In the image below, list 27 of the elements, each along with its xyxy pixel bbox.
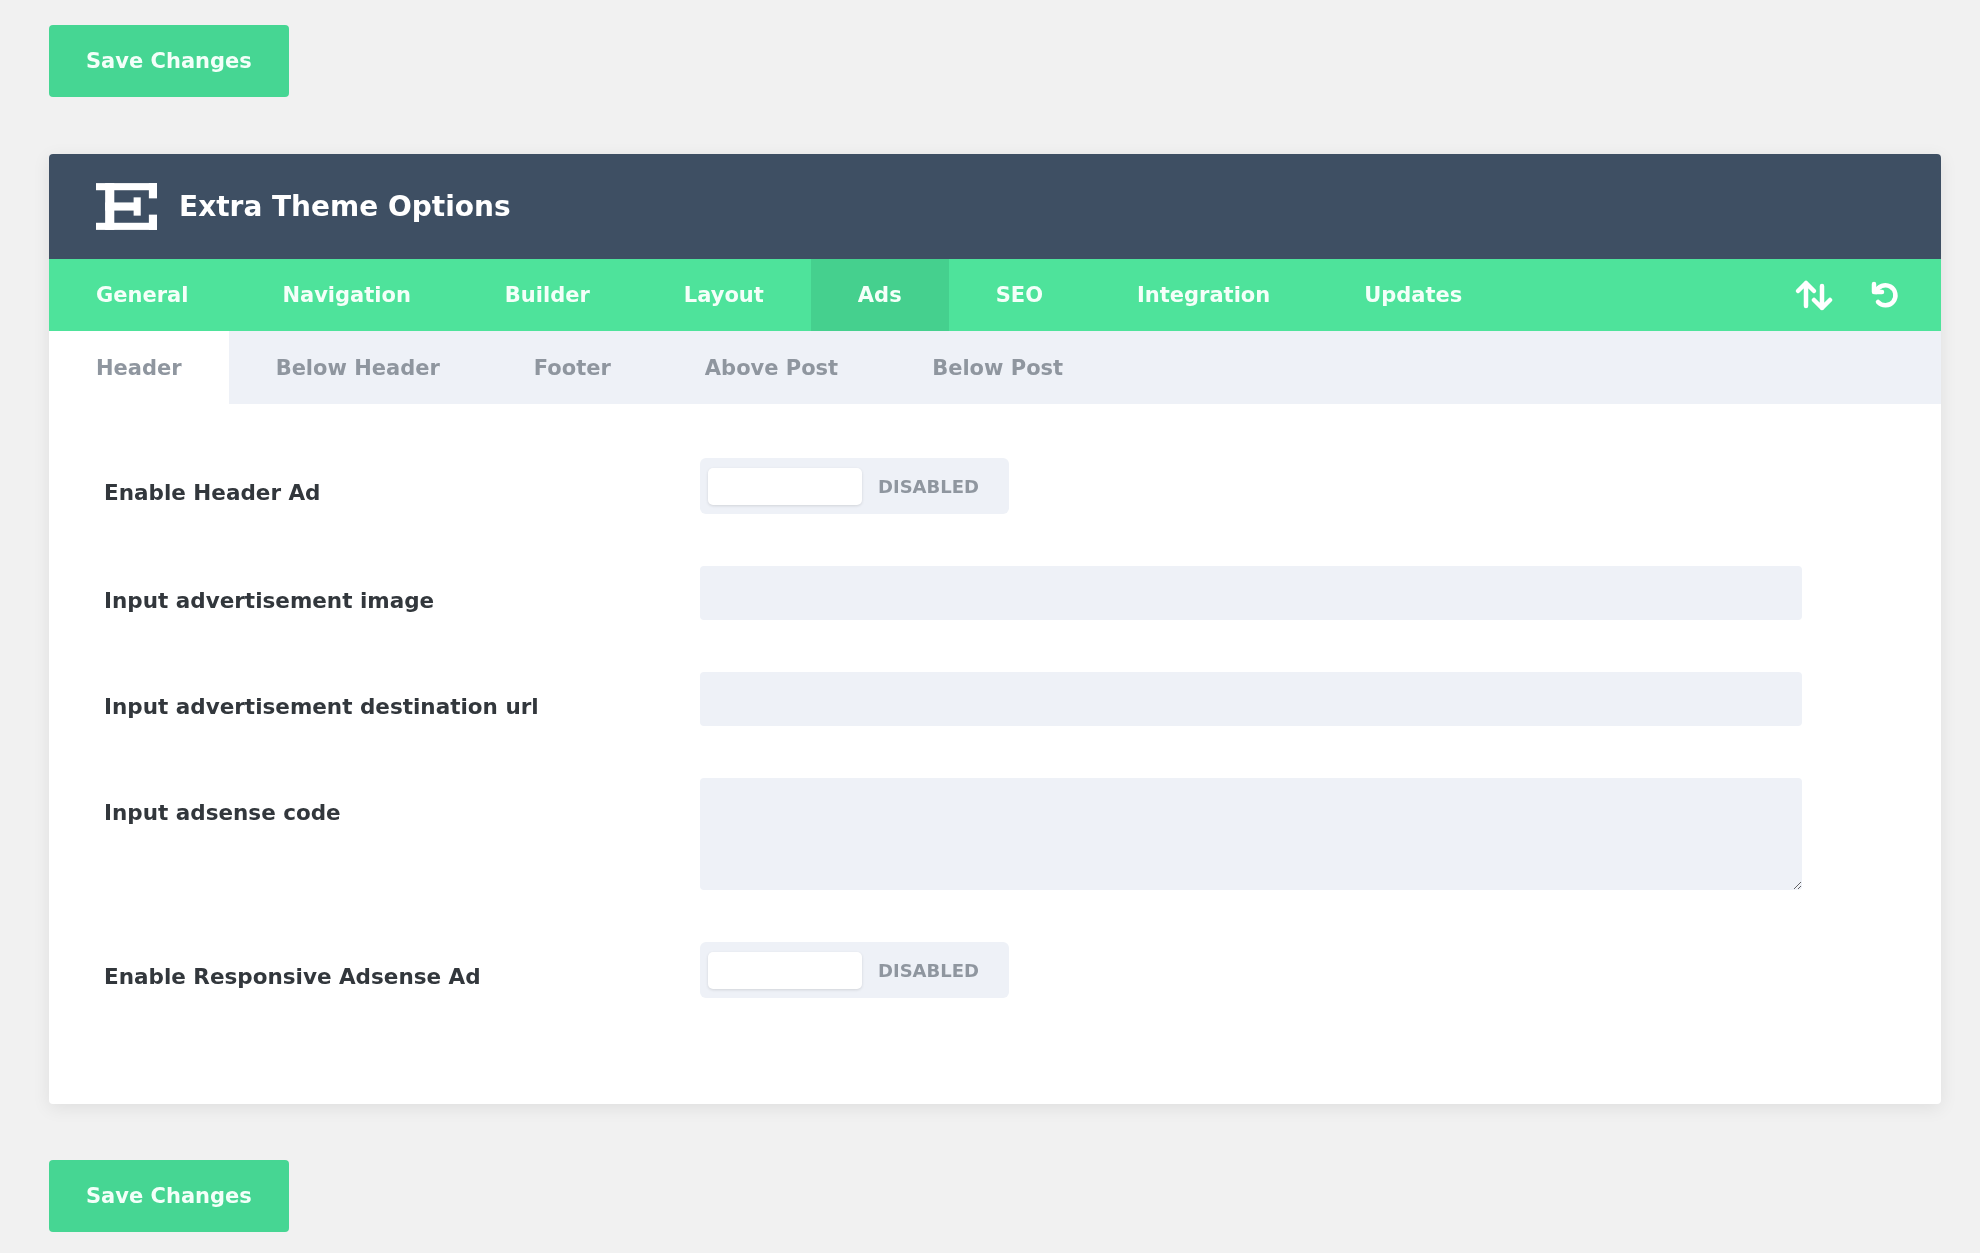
toggle-switch[interactable]: DISABLED	[700, 458, 1009, 514]
setting-label: Enable Responsive Adsense Ad	[104, 963, 481, 991]
subtab[interactable]: Below Post	[885, 331, 1111, 404]
tab[interactable]: General	[49, 259, 236, 331]
save-button[interactable]: Save Changes	[49, 25, 289, 97]
toggle-switch[interactable]: DISABLED	[700, 942, 1009, 998]
circular-arrow-icon[interactable]	[1870, 280, 1900, 310]
tab[interactable]: Updates	[1317, 259, 1510, 331]
tab[interactable]: Builder	[457, 259, 637, 331]
panel-title: Extra Theme Options	[179, 190, 511, 223]
setting-label: Input adsense code	[104, 799, 341, 827]
setting-label: Input advertisement image	[104, 587, 435, 615]
tab[interactable]: SEO	[948, 259, 1090, 331]
tab[interactable]: Navigation	[235, 259, 458, 331]
subtab[interactable]: Above Post	[657, 331, 886, 404]
tab[interactable]: Ads	[810, 259, 949, 331]
subtab[interactable]: Header	[49, 331, 229, 404]
tab[interactable]: Integration	[1090, 259, 1318, 331]
setting-label: Input advertisement destination url	[104, 693, 539, 721]
tab[interactable]: Layout	[636, 259, 811, 331]
subtab[interactable]: Below Header	[228, 331, 487, 404]
subtab[interactable]: Footer	[486, 331, 658, 404]
up-down-arrows-icon[interactable]	[1794, 279, 1834, 311]
setting-label: Enable Header Ad	[104, 479, 321, 507]
textarea-field[interactable]	[700, 778, 1802, 890]
save-button[interactable]: Save Changes	[49, 1160, 289, 1232]
logo-icon	[96, 183, 157, 230]
